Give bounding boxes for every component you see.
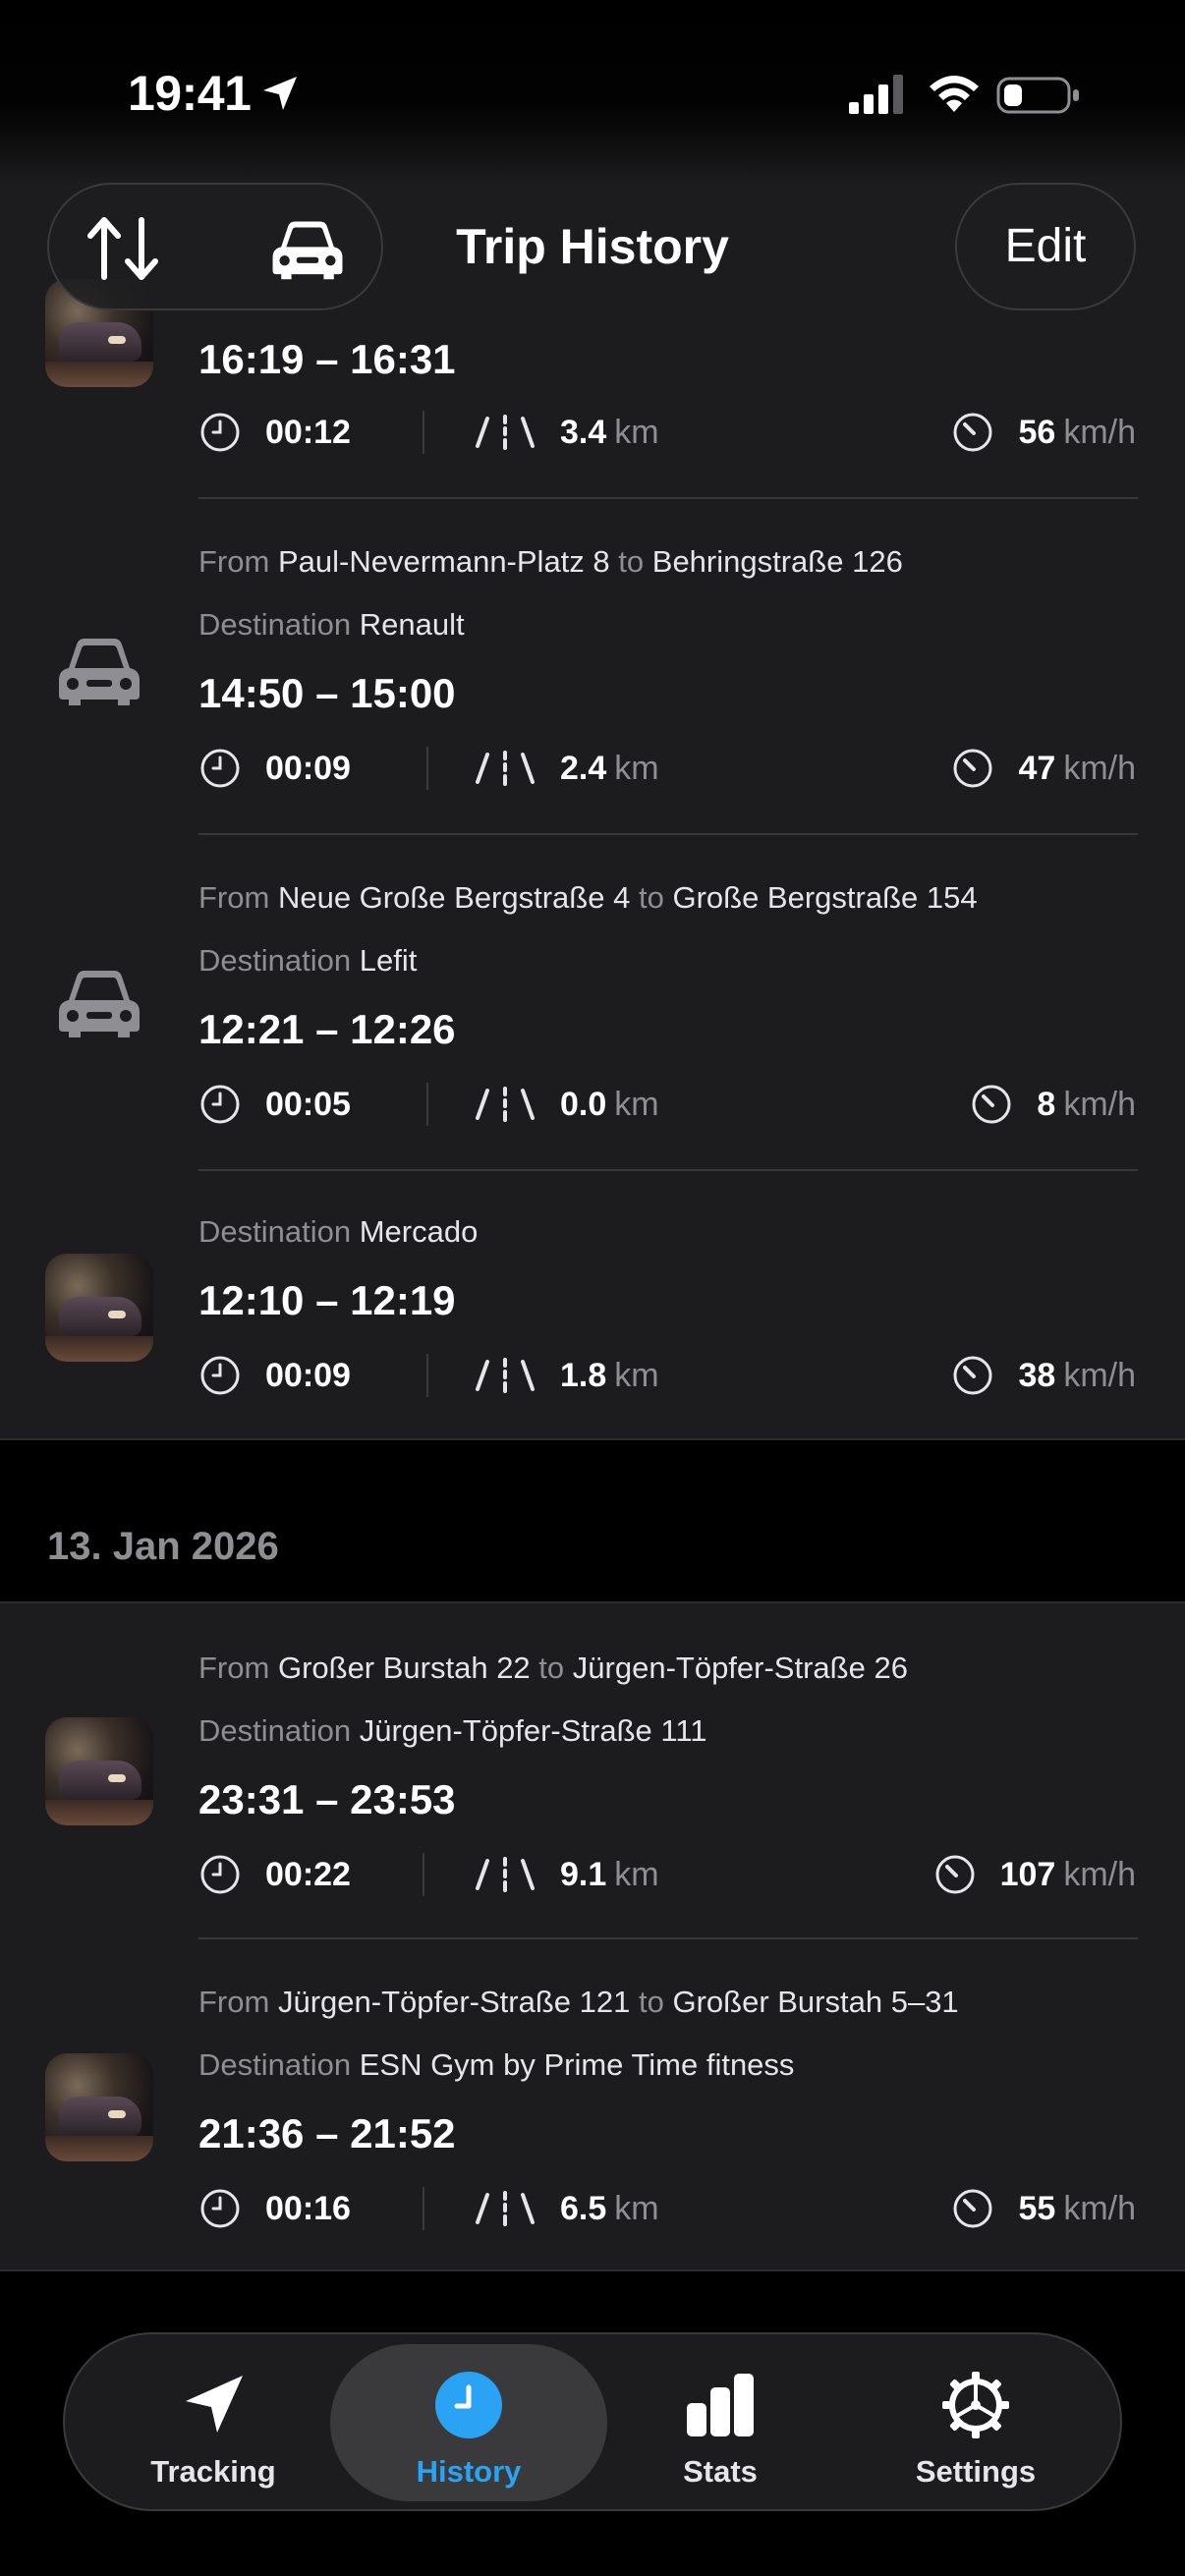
trip-row[interactable]: From Paul-Nevermann-Platz 8 to Behringst… xyxy=(0,499,1185,833)
tab-stats[interactable]: Stats xyxy=(582,2344,859,2501)
trip-route: From Neue Große Bergstraße 4 to Große Be… xyxy=(198,880,978,915)
trip-row[interactable]: From Großer Burstah 22 to Jürgen-Töpfer-… xyxy=(0,1603,1185,1937)
speedometer-icon xyxy=(953,413,992,452)
speed-stat: 8 km/h xyxy=(970,1079,1136,1130)
car-filter-icon[interactable] xyxy=(265,218,350,281)
status-time: 19:41 xyxy=(128,66,252,121)
sort-icon[interactable] xyxy=(83,214,165,283)
trip-stats: 00:05 0.0 km 8 km/h xyxy=(198,1079,1136,1130)
trip-row[interactable]: From Neue Große Bergstraße 4 to Große Be… xyxy=(0,835,1185,1169)
distance-stat: 0.0 km xyxy=(474,1079,659,1130)
trip-destination: Destination Mercado xyxy=(198,1214,479,1249)
trip-list-section: From Großer Burstah 22 to Jürgen-Töpfer-… xyxy=(0,1601,1185,2271)
speed-stat: 107 km/h xyxy=(933,1849,1136,1900)
tab-bar: Tracking History Stats Settings xyxy=(63,2332,1122,2511)
duration-stat: 00:05 xyxy=(198,1079,351,1130)
speedometer-icon xyxy=(953,749,992,788)
trip-stats: 00:09 1.8 km 38 km/h xyxy=(198,1350,1136,1401)
tab-tracking[interactable]: Tracking xyxy=(75,2344,352,2501)
trip-stats: 00:09 2.4 km 47 km/h xyxy=(198,743,1136,794)
clock-icon xyxy=(200,2189,240,2228)
distance-stat: 2.4 km xyxy=(474,743,659,794)
duration-stat: 00:09 xyxy=(198,1350,351,1401)
road-icon xyxy=(476,415,535,450)
navigation-bar: Trip History Edit xyxy=(0,183,1185,314)
car-icon xyxy=(59,971,140,1037)
duration-stat: 00:22 xyxy=(198,1849,351,1900)
clock-icon xyxy=(200,749,240,788)
gear-icon xyxy=(942,2372,1009,2438)
trip-destination: Destination Lefit xyxy=(198,943,418,978)
trip-time: 12:10 – 12:19 xyxy=(198,1277,456,1323)
speed-stat: 38 km/h xyxy=(951,1350,1136,1401)
location-arrow-icon xyxy=(263,77,297,110)
status-bar: 19:41 xyxy=(0,0,1185,187)
clock-icon xyxy=(200,1085,240,1124)
trip-stats: 00:16 6.5 km 55 km/h xyxy=(198,2183,1136,2234)
trip-time: 23:31 – 23:53 xyxy=(198,1776,456,1822)
section-date-header: 13. Jan 2026 xyxy=(47,1525,279,1568)
road-icon xyxy=(476,1857,535,1892)
clock-icon xyxy=(200,1356,240,1395)
trip-route: From Jürgen-Töpfer-Straße 121 to Großer … xyxy=(198,1985,959,2019)
clock-icon xyxy=(435,2372,502,2438)
trip-row[interactable]: Destination Mercado 12:10 – 12:19 00:09 … xyxy=(0,1171,1185,1440)
distance-stat: 1.8 km xyxy=(474,1350,659,1401)
speed-stat: 56 km/h xyxy=(951,407,1136,458)
bar-chart-icon xyxy=(687,2374,754,2436)
car-photo xyxy=(45,2053,153,2161)
duration-stat: 00:16 xyxy=(198,2183,351,2234)
wifi-icon xyxy=(930,76,979,112)
trip-route: From Paul-Nevermann-Platz 8 to Behringst… xyxy=(198,544,903,579)
speedometer-icon xyxy=(953,2189,992,2228)
toolbar-left-group xyxy=(47,183,383,310)
trip-time: 12:21 – 12:26 xyxy=(198,1006,456,1052)
trip-destination: Destination ESN Gym by Prime Time fitnes… xyxy=(198,2047,795,2082)
trip-destination: Destination Renault xyxy=(198,607,465,642)
trip-destination: Destination Jürgen-Töpfer-Straße 111 xyxy=(198,1713,707,1748)
car-icon xyxy=(59,639,140,705)
distance-stat: 3.4 km xyxy=(474,407,659,458)
car-photo xyxy=(45,1717,153,1825)
tab-history[interactable]: History xyxy=(330,2344,607,2501)
speedometer-icon xyxy=(935,1855,975,1894)
speed-stat: 47 km/h xyxy=(951,743,1136,794)
battery-icon xyxy=(996,77,1079,114)
road-icon xyxy=(476,1087,535,1122)
trip-route: From Großer Burstah 22 to Jürgen-Töpfer-… xyxy=(198,1651,908,1685)
trip-row[interactable]: From Jürgen-Töpfer-Straße 121 to Großer … xyxy=(0,1939,1185,2271)
tab-settings[interactable]: Settings xyxy=(837,2344,1114,2501)
clock-icon xyxy=(200,413,240,452)
road-icon xyxy=(476,751,535,786)
trip-time: 14:50 – 15:00 xyxy=(198,670,456,716)
trip-stats: 00:12 3.4 km 56 km/h xyxy=(198,407,1136,458)
speedometer-icon xyxy=(953,1356,992,1395)
page-title: Trip History xyxy=(456,219,729,274)
speedometer-icon xyxy=(972,1085,1011,1124)
trip-stats: 00:22 9.1 km 107 km/h xyxy=(198,1849,1136,1900)
edit-button[interactable]: Edit xyxy=(955,183,1136,310)
clock-icon xyxy=(200,1855,240,1894)
trip-time: 16:19 – 16:31 xyxy=(198,336,456,382)
distance-stat: 9.1 km xyxy=(474,1849,659,1900)
trip-time: 21:36 – 21:52 xyxy=(198,2110,456,2156)
duration-stat: 00:12 xyxy=(198,407,351,458)
location-arrow-icon xyxy=(186,2376,243,2433)
road-icon xyxy=(476,1358,535,1393)
cellular-signal-icon xyxy=(849,75,903,114)
distance-stat: 6.5 km xyxy=(474,2183,659,2234)
duration-stat: 00:09 xyxy=(198,743,351,794)
road-icon xyxy=(476,2191,535,2226)
car-photo xyxy=(45,1254,153,1362)
speed-stat: 55 km/h xyxy=(951,2183,1136,2234)
